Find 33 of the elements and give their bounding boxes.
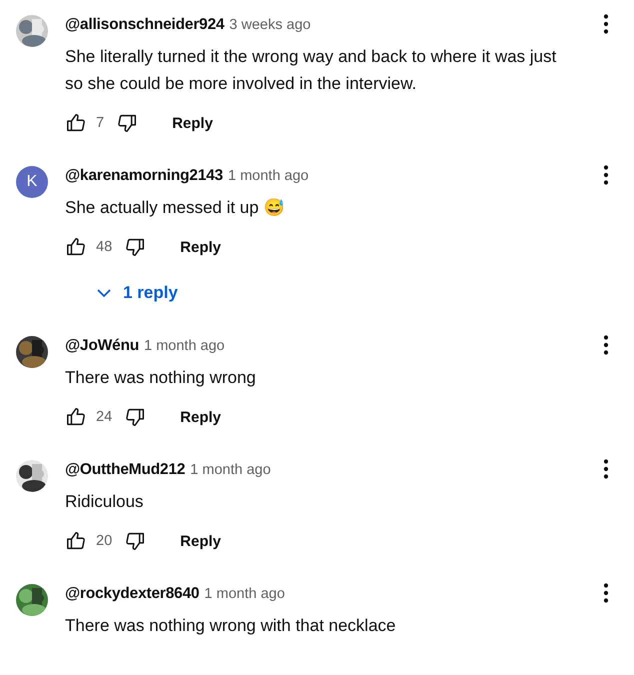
comment-author[interactable]: @JoWénu [65, 334, 139, 358]
thumbs-down-icon[interactable] [124, 406, 146, 428]
comment-time[interactable]: 1 month ago [144, 334, 225, 358]
like-count: 20 [96, 533, 112, 549]
thumbs-down-icon[interactable] [124, 236, 146, 258]
comment-time[interactable]: 1 month ago [190, 458, 271, 482]
like-count: 24 [96, 409, 112, 425]
comment-text: She literally turned it the wrong way and back to where it was just so she could be more involved in the interview. [65, 46, 558, 95]
comment-text: There was nothing wrong [65, 367, 257, 389]
thumbs-down-icon[interactable] [116, 112, 138, 134]
comment-time[interactable]: 3 weeks ago [229, 13, 311, 37]
comment-time[interactable]: 1 month ago [228, 164, 309, 188]
avatar[interactable]: K [16, 166, 48, 198]
comment-time[interactable]: 1 month ago [204, 582, 285, 606]
comment-author[interactable]: @allisonschneider924 [65, 13, 224, 37]
comment-text: Ridiculous [65, 491, 144, 513]
comment-text: She actually messed it up 😅 [65, 197, 286, 219]
thumbs-up-icon[interactable] [65, 236, 87, 258]
like-count: 48 [96, 239, 112, 255]
like-count: 7 [96, 115, 104, 131]
reply-button[interactable]: Reply [166, 524, 235, 558]
thumbs-up-icon[interactable] [65, 406, 87, 428]
reply-button[interactable]: Reply [158, 106, 227, 140]
reply-button[interactable]: Reply [166, 400, 235, 434]
thumbs-up-icon[interactable] [65, 530, 87, 552]
comment-author[interactable]: @karenamorning2143 [65, 164, 223, 188]
comment-text: There was nothing wrong with that necklace [65, 615, 397, 637]
comment-author[interactable]: @OuttheMud212 [65, 458, 186, 482]
comment-author[interactable]: @rockydexter8640 [65, 582, 200, 606]
thumbs-down-icon[interactable] [124, 530, 146, 552]
view-replies-button[interactable]: 1 reply [65, 275, 188, 311]
thumbs-up-icon[interactable] [65, 112, 87, 134]
reply-button[interactable]: Reply [166, 230, 235, 264]
